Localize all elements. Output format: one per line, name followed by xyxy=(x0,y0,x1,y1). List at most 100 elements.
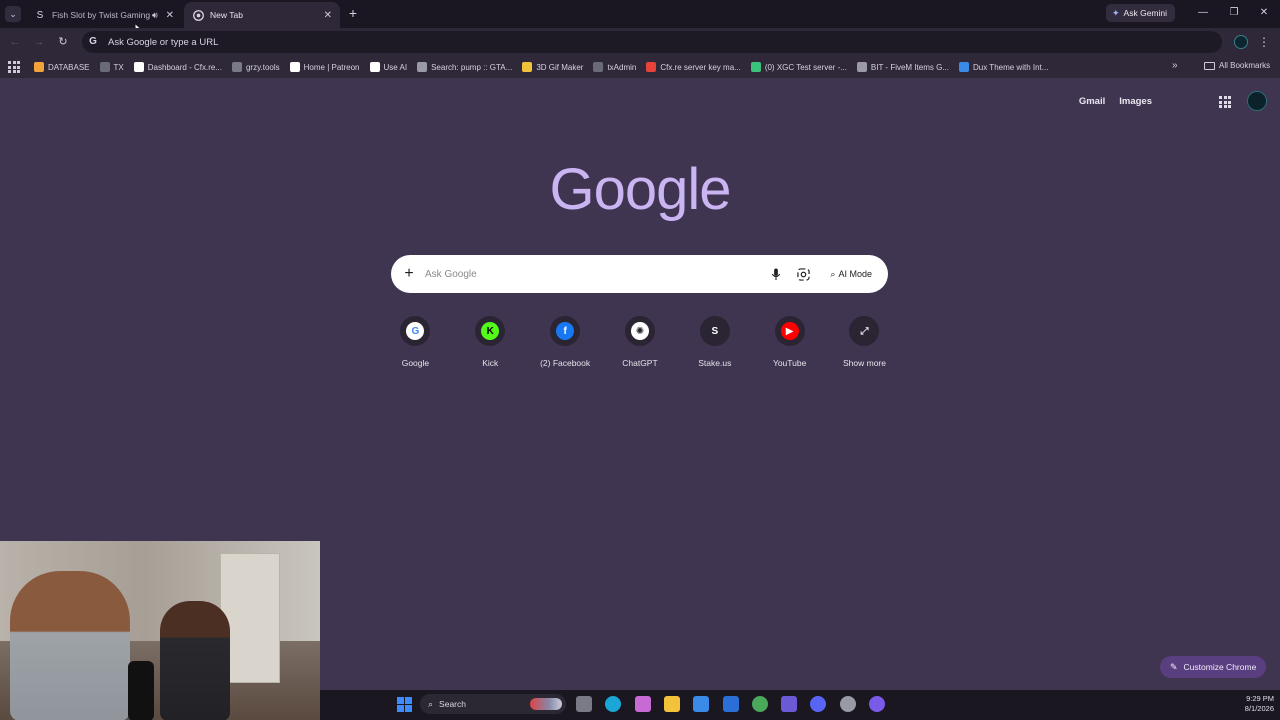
gmail-link[interactable]: Gmail xyxy=(1079,96,1105,107)
webcam-person-streamer xyxy=(10,571,130,720)
bookmark-item[interactable]: Cfx.re server key ma... xyxy=(646,62,741,72)
bookmark-item[interactable]: txAdmin xyxy=(593,62,636,72)
profile-avatar[interactable] xyxy=(1234,35,1248,49)
bookmark-favicon-icon xyxy=(99,62,110,72)
shortcut-label: ChatGPT xyxy=(622,358,658,368)
shortcut-tile: K xyxy=(475,316,506,346)
file-explorer-icon[interactable] xyxy=(576,696,592,712)
google-lens-icon[interactable] xyxy=(795,266,811,282)
close-icon[interactable]: ✕ xyxy=(166,10,174,21)
ai-mode-button[interactable]: ⌕ AI Mode xyxy=(822,262,880,286)
bookmark-favicon-icon xyxy=(593,62,604,72)
shortcuts-grid: G Google K Kick f (2) Facebook ✺ ChatGPT S Stake.… xyxy=(378,316,902,368)
webcam-microphone xyxy=(128,661,154,720)
taskbar-clock[interactable]: 9:29 PM 8/1/2026 xyxy=(1226,694,1274,714)
back-icon[interactable]: ← xyxy=(7,34,23,50)
customize-chrome-button[interactable]: ✎ Customize Chrome xyxy=(1160,656,1267,678)
window-close-icon[interactable]: ✕ xyxy=(1257,6,1271,20)
bookmark-label: Cfx.re server key ma... xyxy=(660,62,741,72)
chrome-icon[interactable] xyxy=(751,696,768,712)
kick-icon: K xyxy=(481,322,500,340)
google-logo: Google xyxy=(549,157,731,222)
shortcut-label: Stake.us xyxy=(698,358,732,368)
bookmark-item[interactable]: Use AI xyxy=(369,62,408,72)
google-apps-icon[interactable] xyxy=(1219,96,1231,108)
bookmark-item[interactable]: Home | Patreon xyxy=(289,62,360,72)
shortcut-tile: G xyxy=(400,316,431,346)
tab-fish-slot[interactable]: S Fish Slot by Twist Gaming - 🔊︎ ✕ xyxy=(26,2,182,28)
chrome-icon xyxy=(192,9,204,21)
reload-icon[interactable]: ↻ xyxy=(55,34,71,50)
shortcut-tile: f xyxy=(550,316,581,346)
bookmark-item[interactable]: 3D Gif Maker xyxy=(522,62,583,72)
microphone-icon[interactable] xyxy=(768,266,784,282)
folder-icon[interactable] xyxy=(663,696,680,712)
chevron-double-right-icon[interactable]: » xyxy=(1172,60,1178,71)
bookmark-label: Search: pump :: GTA... xyxy=(431,62,513,72)
bookmark-item[interactable]: Dux Theme with Int... xyxy=(959,62,1048,72)
shortcut-google[interactable]: G Google xyxy=(378,316,453,368)
windows-start-icon[interactable] xyxy=(397,697,412,712)
webcam-person-background xyxy=(160,601,230,720)
tab-search-button[interactable]: ⌄ xyxy=(5,6,21,22)
copilot-icon[interactable] xyxy=(634,696,651,712)
bookmark-item[interactable]: DATABASE xyxy=(34,62,90,72)
circle-app-icon[interactable] xyxy=(869,696,885,712)
account-avatar[interactable] xyxy=(1247,91,1267,111)
ai-mode-icon: ⌕ xyxy=(830,268,836,279)
bookmark-item[interactable]: BIT - FiveM Items G... xyxy=(856,62,949,72)
shortcut-2-facebook[interactable]: f (2) Facebook xyxy=(528,316,603,368)
bookmark-label: Dashboard - Cfx.re... xyxy=(147,62,222,72)
close-icon[interactable]: ✕ xyxy=(324,10,332,21)
shortcut-tile: ✺ xyxy=(624,316,655,346)
minimize-icon[interactable]: — xyxy=(1196,6,1210,20)
outlook-icon[interactable] xyxy=(722,696,739,712)
teams-icon[interactable] xyxy=(781,696,798,712)
gear-app-icon[interactable] xyxy=(839,696,856,712)
all-bookmarks-button[interactable]: All Bookmarks xyxy=(1204,61,1270,70)
omnibox-text: Ask Google or type a URL xyxy=(108,36,219,48)
bookmark-item[interactable]: Search: pump :: GTA... xyxy=(417,62,512,72)
shortcut-chatgpt[interactable]: ✺ ChatGPT xyxy=(603,316,678,368)
bookmark-favicon-icon xyxy=(959,62,969,72)
bookmark-favicon-icon xyxy=(856,62,867,72)
apps-grid-icon[interactable] xyxy=(8,61,20,73)
bookmark-label: BIT - FiveM Items G... xyxy=(870,62,949,72)
taskbar-search-label: Search xyxy=(439,699,466,709)
bookmark-favicon-icon xyxy=(369,62,380,72)
bookmark-label: grzy.tools xyxy=(245,62,280,72)
omnibox[interactable]: G Ask Google or type a URL xyxy=(82,31,1222,53)
menu-dots-icon[interactable]: ⋮ xyxy=(1258,34,1270,50)
forward-icon[interactable]: → xyxy=(31,34,47,50)
shortcut-tile: S xyxy=(699,316,730,346)
bookmark-label: txAdmin xyxy=(607,62,637,72)
customize-chrome-label: Customize Chrome xyxy=(1183,662,1257,672)
bookmark-item[interactable]: Dashboard - Cfx.re... xyxy=(133,62,222,72)
search-icon: ⌕ xyxy=(428,698,434,709)
bookmark-item[interactable]: grzy.tools xyxy=(231,62,280,72)
speaker-icon[interactable]: 🔊︎ xyxy=(152,10,158,21)
tab-strip: ⌄ S Fish Slot by Twist Gaming - 🔊︎ ✕ New… xyxy=(0,0,1280,28)
ask-gemini-button[interactable]: ✦ Ask Gemini xyxy=(1106,4,1176,22)
search-box[interactable]: + ⌕ AI Mode xyxy=(391,255,888,293)
search-input[interactable] xyxy=(425,268,769,280)
store-icon[interactable] xyxy=(693,696,710,712)
plus-icon[interactable]: + xyxy=(403,265,415,283)
pencil-icon: ✎ xyxy=(1170,661,1178,672)
bookmark-item[interactable]: (0) XGC Test server -... xyxy=(750,62,847,72)
shortcut-youtube[interactable]: ▶ YouTube xyxy=(752,316,827,368)
restore-icon[interactable]: ❐ xyxy=(1227,6,1241,20)
google-icon: G xyxy=(406,322,425,340)
taskbar-search[interactable]: ⌕ Search xyxy=(420,694,566,714)
stake-s-icon: S xyxy=(36,9,44,21)
new-tab-button[interactable]: + xyxy=(346,5,360,21)
tab-title: Fish Slot by Twist Gaming - xyxy=(52,10,152,20)
bookmark-favicon-icon xyxy=(289,62,300,72)
shortcut-show-more[interactable]: ⤢ Show more xyxy=(827,316,902,368)
shortcut-stake-us[interactable]: S Stake.us xyxy=(677,316,752,368)
bookmark-label: Use AI xyxy=(383,62,408,72)
tab-new-tab[interactable]: New Tab ✕ xyxy=(184,2,340,28)
shortcut-kick[interactable]: K Kick xyxy=(453,316,528,368)
images-link[interactable]: Images xyxy=(1119,96,1152,107)
bookmark-item[interactable]: TX xyxy=(99,62,124,72)
